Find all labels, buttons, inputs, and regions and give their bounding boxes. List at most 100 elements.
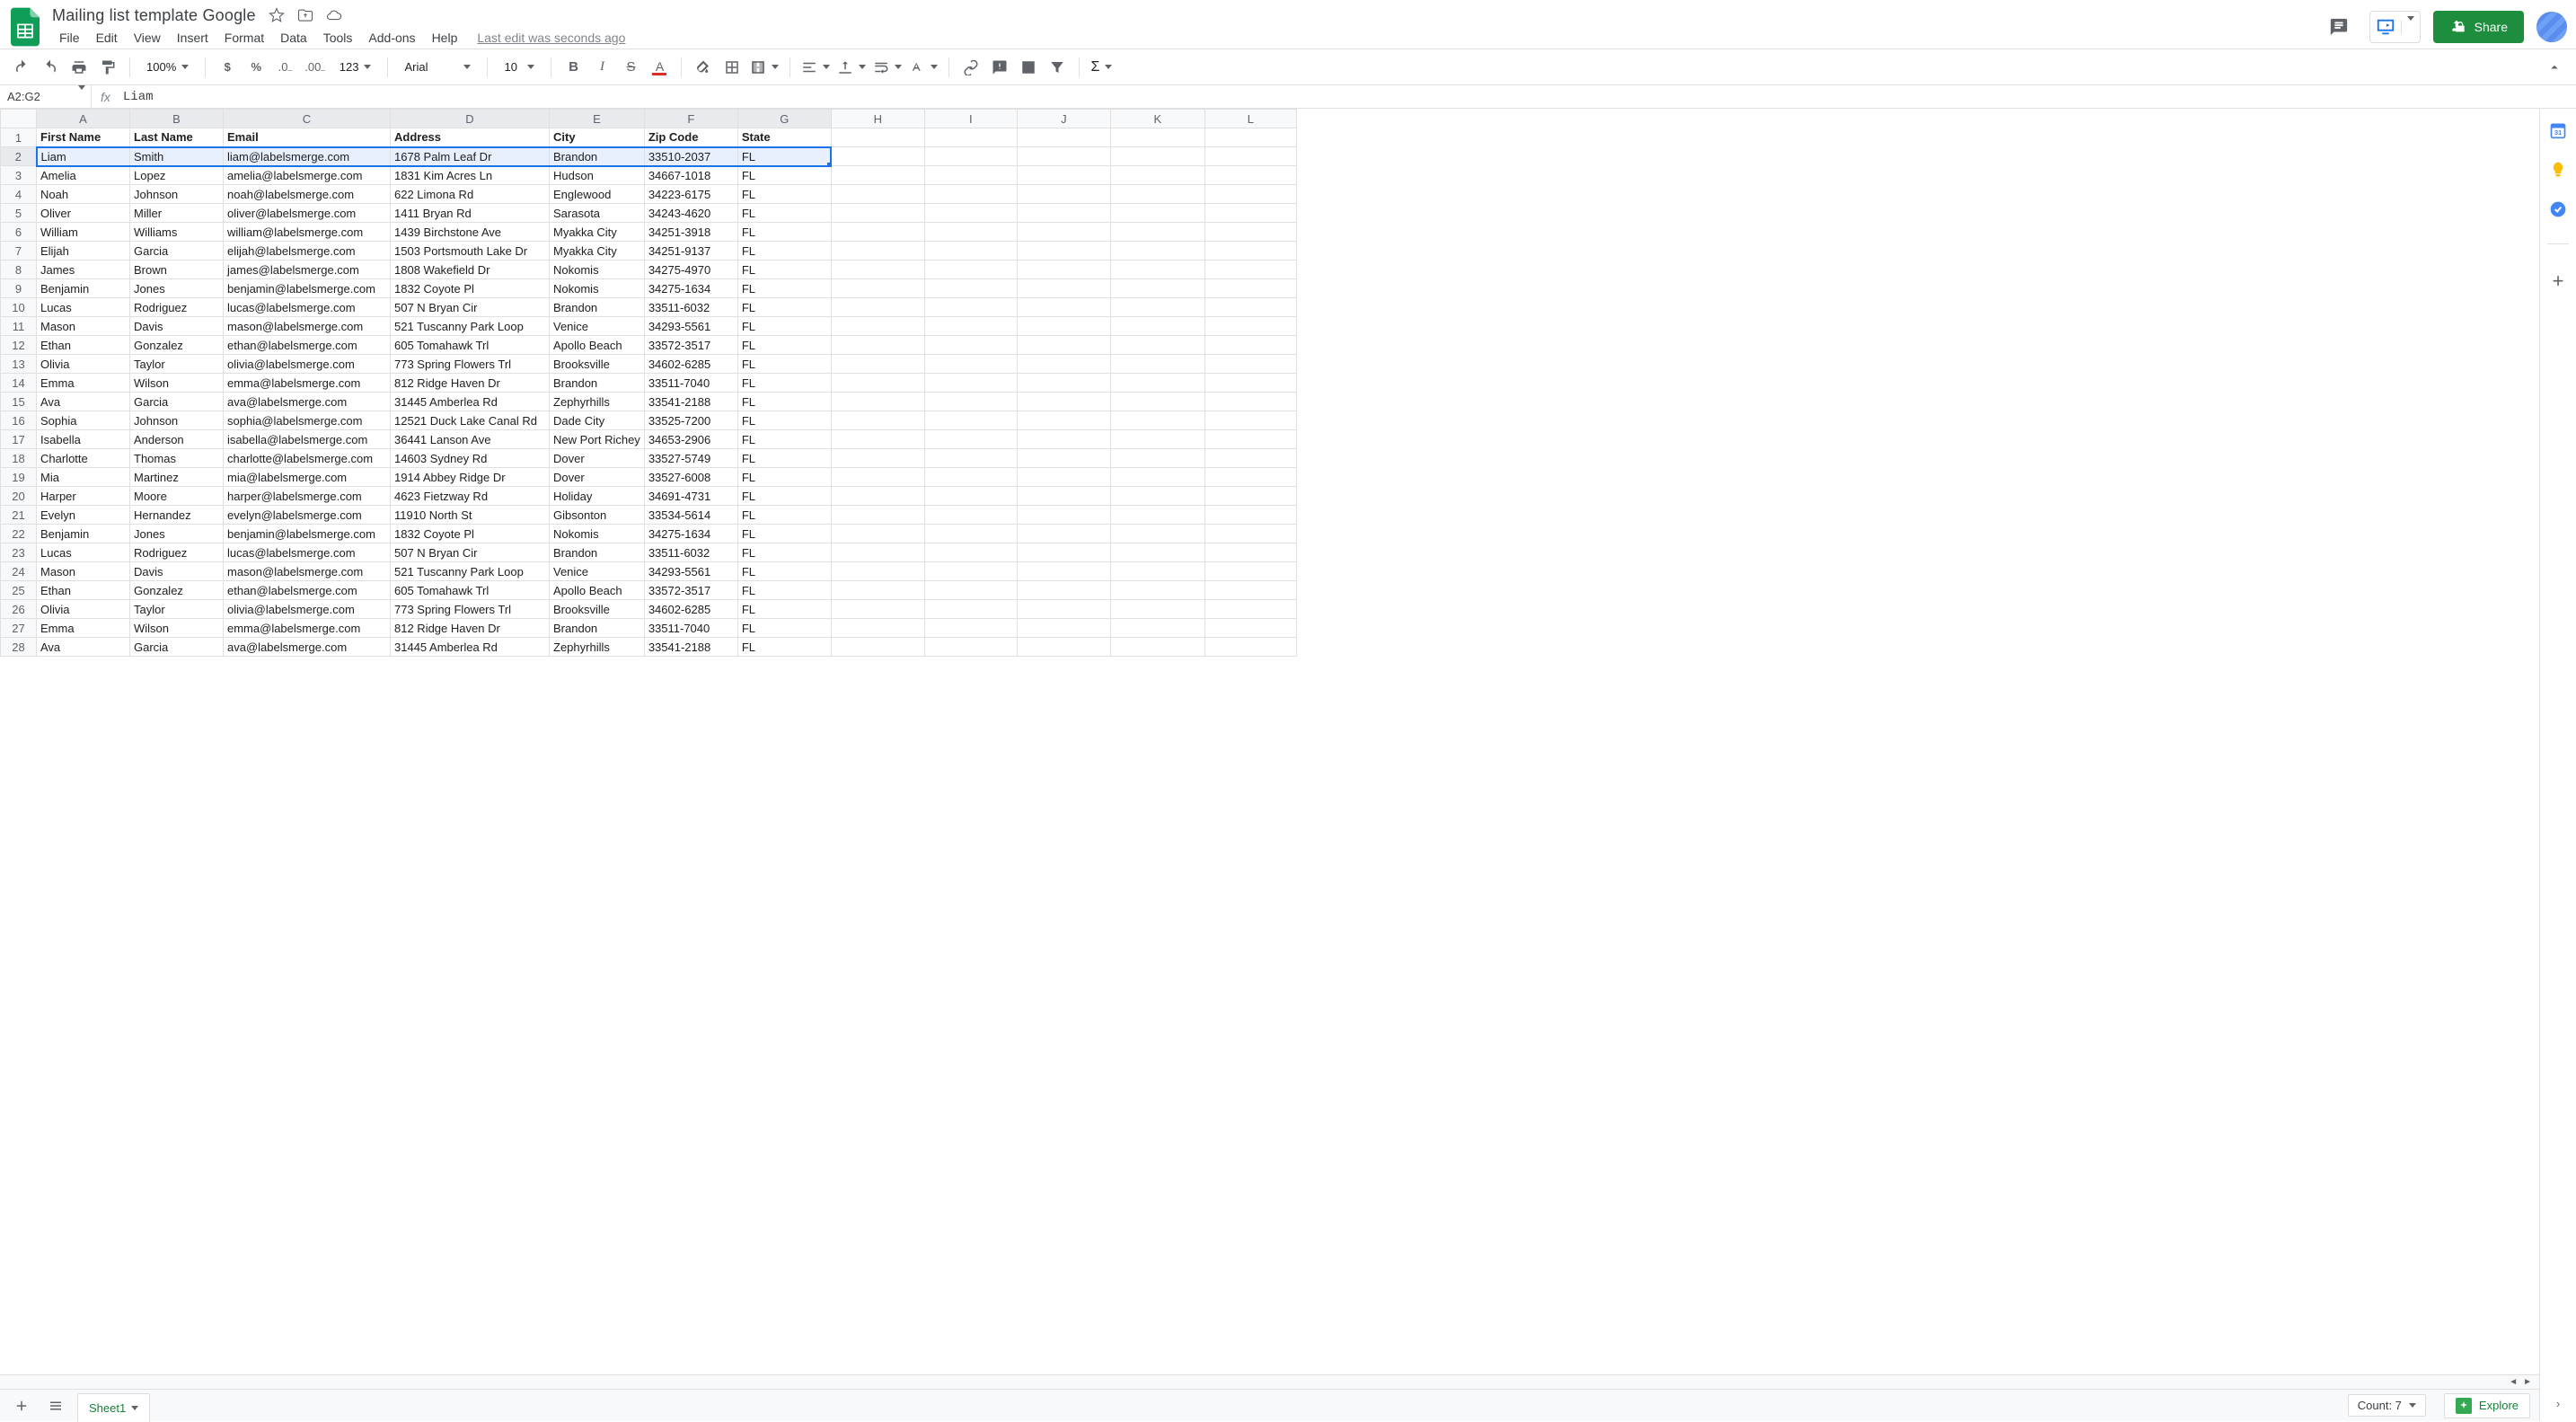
cell[interactable]	[924, 166, 1017, 185]
cell[interactable]: Emma	[37, 619, 130, 638]
cell[interactable]	[1110, 355, 1204, 374]
cell[interactable]: mason@labelsmerge.com	[224, 562, 391, 581]
cell[interactable]: FL	[737, 543, 831, 562]
cell[interactable]	[1017, 242, 1110, 261]
cell[interactable]: ethan@labelsmerge.com	[224, 336, 391, 355]
cell[interactable]	[1110, 411, 1204, 430]
cell[interactable]	[1110, 600, 1204, 619]
cell[interactable]	[1110, 393, 1204, 411]
cell[interactable]	[1017, 619, 1110, 638]
cell[interactable]: Sarasota	[550, 204, 645, 223]
cell[interactable]	[924, 336, 1017, 355]
cell[interactable]: 34691-4731	[644, 487, 737, 506]
cell[interactable]	[1110, 525, 1204, 543]
spreadsheet-grid[interactable]: ABCDEFGHIJKL 1First NameLast NameEmailAd…	[0, 109, 1297, 657]
cell[interactable]: 33541-2188	[644, 393, 737, 411]
cell[interactable]	[1110, 506, 1204, 525]
cell[interactable]: emma@labelsmerge.com	[224, 619, 391, 638]
cell[interactable]: FL	[737, 185, 831, 204]
cell[interactable]	[924, 317, 1017, 336]
row-header[interactable]: 17	[1, 430, 37, 449]
row-header[interactable]: 16	[1, 411, 37, 430]
cell[interactable]	[831, 355, 924, 374]
strikethrough-button[interactable]: S	[618, 55, 643, 80]
cell[interactable]	[1204, 487, 1296, 506]
cell[interactable]: 507 N Bryan Cir	[391, 543, 550, 562]
cell[interactable]: Holiday	[550, 487, 645, 506]
cell[interactable]	[1017, 223, 1110, 242]
cell[interactable]: Brandon	[550, 298, 645, 317]
cell[interactable]: Davis	[130, 562, 224, 581]
cell[interactable]: 34602-6285	[644, 355, 737, 374]
cell[interactable]: Olivia	[37, 600, 130, 619]
cell[interactable]	[1204, 298, 1296, 317]
cell[interactable]	[1110, 543, 1204, 562]
cell[interactable]	[924, 543, 1017, 562]
cell[interactable]	[924, 562, 1017, 581]
col-header-F[interactable]: F	[644, 110, 737, 128]
print-button[interactable]	[66, 55, 92, 80]
cell[interactable]: 605 Tomahawk Trl	[391, 581, 550, 600]
cell[interactable]	[1110, 185, 1204, 204]
cell[interactable]: FL	[737, 279, 831, 298]
cell[interactable]	[831, 543, 924, 562]
increase-decimal-button[interactable]: .00_	[301, 55, 329, 80]
hide-side-panel-button[interactable]: ›	[2556, 1397, 2560, 1410]
cell[interactable]	[1204, 374, 1296, 393]
insert-chart-button[interactable]	[1016, 55, 1041, 80]
cell[interactable]: FL	[737, 298, 831, 317]
font-size-dropdown[interactable]: 10	[497, 55, 542, 80]
cell[interactable]	[924, 147, 1017, 166]
cell[interactable]: William	[37, 223, 130, 242]
cell[interactable]: Amelia	[37, 166, 130, 185]
cell[interactable]: FL	[737, 242, 831, 261]
cell[interactable]	[1204, 525, 1296, 543]
cell[interactable]	[1204, 166, 1296, 185]
cell[interactable]: Mason	[37, 562, 130, 581]
cell[interactable]: First Name	[37, 128, 130, 147]
cell[interactable]	[1110, 449, 1204, 468]
row-header[interactable]: 13	[1, 355, 37, 374]
text-rotation-dropdown[interactable]	[907, 55, 940, 80]
formula-input[interactable]	[119, 85, 2576, 108]
cell[interactable]: 12521 Duck Lake Canal Rd	[391, 411, 550, 430]
cell[interactable]	[1204, 581, 1296, 600]
cell[interactable]: Miller	[130, 204, 224, 223]
row-header[interactable]: 15	[1, 393, 37, 411]
cell[interactable]: 33511-6032	[644, 543, 737, 562]
row-header[interactable]: 11	[1, 317, 37, 336]
move-to-drive-icon[interactable]	[297, 7, 313, 23]
cell[interactable]	[831, 128, 924, 147]
cell[interactable]	[1110, 223, 1204, 242]
name-box[interactable]: A2:G2	[0, 90, 73, 103]
fill-color-button[interactable]	[691, 55, 716, 80]
cell[interactable]: Isabella	[37, 430, 130, 449]
cell[interactable]: Myakka City	[550, 242, 645, 261]
cell[interactable]: FL	[737, 562, 831, 581]
cell[interactable]: 33527-5749	[644, 449, 737, 468]
cell[interactable]: noah@labelsmerge.com	[224, 185, 391, 204]
row-header[interactable]: 22	[1, 525, 37, 543]
cell[interactable]	[1110, 619, 1204, 638]
cell[interactable]	[831, 204, 924, 223]
cell[interactable]	[1110, 374, 1204, 393]
cell[interactable]	[1017, 279, 1110, 298]
cell[interactable]	[924, 279, 1017, 298]
cell[interactable]	[831, 506, 924, 525]
cell[interactable]: FL	[737, 638, 831, 657]
cell[interactable]: Gonzalez	[130, 336, 224, 355]
cell[interactable]	[924, 393, 1017, 411]
col-header-I[interactable]: I	[924, 110, 1017, 128]
cell[interactable]: Rodriguez	[130, 543, 224, 562]
cell[interactable]: 1831 Kim Acres Ln	[391, 166, 550, 185]
percent-button[interactable]: %	[243, 55, 269, 80]
row-header[interactable]: 10	[1, 298, 37, 317]
redo-button[interactable]	[38, 55, 63, 80]
explore-button[interactable]: Explore	[2444, 1393, 2530, 1418]
cell[interactable]: FL	[737, 411, 831, 430]
cell[interactable]: ethan@labelsmerge.com	[224, 581, 391, 600]
cell[interactable]: New Port Richey	[550, 430, 645, 449]
insert-comment-button[interactable]	[987, 55, 1012, 80]
cell[interactable]: lucas@labelsmerge.com	[224, 298, 391, 317]
add-addon-button[interactable]: +	[2553, 269, 2564, 293]
